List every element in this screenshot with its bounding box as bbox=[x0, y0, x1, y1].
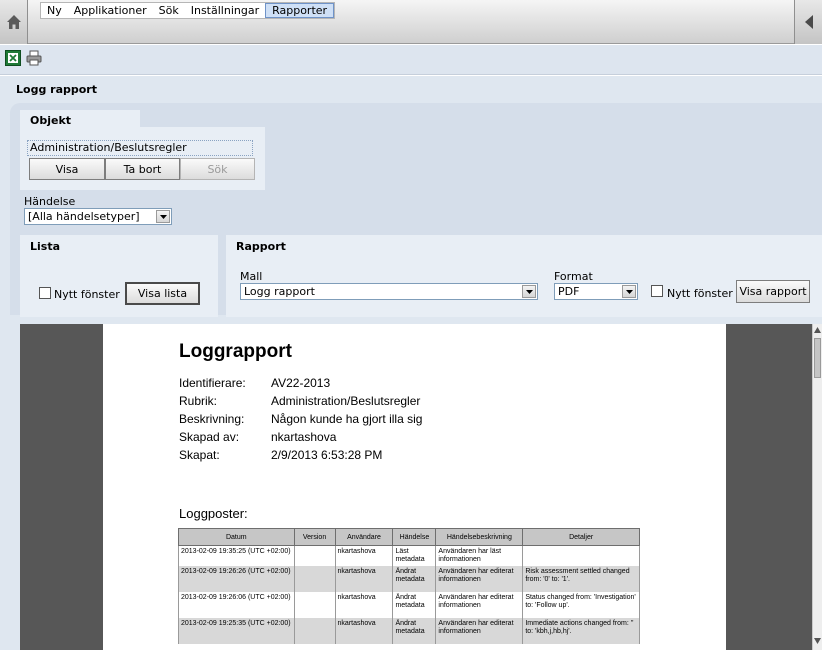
scroll-down-icon[interactable] bbox=[814, 638, 821, 644]
objekt-path: Administration/Beslutsregler bbox=[27, 140, 253, 156]
mall-value: Logg rapport bbox=[244, 285, 315, 298]
log-table: Datum Version Användare Händelse Händels… bbox=[178, 528, 640, 644]
col-detaljer: Detaljer bbox=[522, 528, 640, 546]
visa-button[interactable]: Visa bbox=[29, 158, 105, 180]
rapport-title: Rapport bbox=[236, 240, 286, 253]
visa-lista-button[interactable]: Visa lista bbox=[125, 282, 200, 305]
report-page: Loggrapport Identifierare: AV22-2013 Rubr… bbox=[103, 324, 726, 650]
menu-item-sok[interactable]: Sök bbox=[153, 3, 185, 18]
mall-label: Mall bbox=[240, 270, 263, 283]
excel-export-icon[interactable] bbox=[5, 50, 21, 66]
ta-bort-button[interactable]: Ta bort bbox=[105, 158, 180, 180]
rapport-nytt-fonster-checkbox[interactable] bbox=[651, 285, 663, 297]
sok-button[interactable]: Sök bbox=[180, 158, 255, 180]
home-button[interactable] bbox=[0, 0, 28, 44]
main-menu: Ny Applikationer Sök Inställningar Rappo… bbox=[40, 2, 336, 19]
handelse-value: [Alla händelsetyper] bbox=[28, 210, 140, 223]
cell-datum: 2013-02-09 19:25:35 (UTC +02:00) bbox=[178, 618, 295, 644]
report-title: Loggrapport bbox=[179, 341, 292, 362]
cell-handelsebeskrivning: Användaren har läst informationen bbox=[435, 545, 524, 566]
loggposter-label: Loggposter: bbox=[179, 506, 248, 521]
cell-anvandare: nkartashova bbox=[334, 592, 394, 618]
handelse-label: Händelse bbox=[24, 195, 76, 208]
col-datum: Datum bbox=[178, 528, 295, 546]
cell-handelsebeskrivning: Användaren har editerat informationen bbox=[435, 566, 524, 592]
scroll-up-icon[interactable] bbox=[814, 327, 821, 333]
cell-version bbox=[293, 618, 336, 644]
print-icon[interactable] bbox=[26, 50, 42, 66]
col-version: Version bbox=[293, 528, 336, 546]
menu-item-applikationer[interactable]: Applikationer bbox=[68, 3, 153, 18]
cell-handelse: Läst metadata bbox=[392, 545, 437, 566]
visa-rapport-button[interactable]: Visa rapport bbox=[736, 280, 810, 303]
table-row: 2013-02-09 19:26:26 (UTC +02:00) nkartas… bbox=[178, 566, 640, 592]
meta-skapat: Skapat: 2/9/2013 6:53:28 PM bbox=[179, 448, 383, 462]
page-title: Logg rapport bbox=[16, 83, 97, 96]
back-arrow-icon bbox=[804, 15, 813, 29]
cell-datum: 2013-02-09 19:35:25 (UTC +02:00) bbox=[178, 545, 295, 566]
cell-detaljer bbox=[522, 545, 640, 566]
objekt-box: Administration/Beslutsregler Visa Ta bor… bbox=[20, 127, 265, 190]
toolbar bbox=[0, 45, 822, 75]
objekt-title: Objekt bbox=[30, 114, 72, 127]
back-button[interactable] bbox=[794, 0, 822, 44]
format-value: PDF bbox=[558, 285, 580, 298]
menu-item-rapporter[interactable]: Rapporter bbox=[265, 3, 335, 18]
lista-box: Lista Nytt fönster Visa lista bbox=[20, 235, 218, 317]
col-handelsebeskrivning: Händelsebeskrivning bbox=[435, 528, 524, 546]
cell-handelsebeskrivning: Användaren har editerat informationen bbox=[435, 618, 524, 644]
cell-handelse: Ändrat metadata bbox=[392, 618, 437, 644]
log-table-header: Datum Version Användare Händelse Händels… bbox=[178, 528, 640, 546]
report-scrollbar[interactable] bbox=[812, 324, 822, 650]
lista-title: Lista bbox=[30, 240, 61, 253]
cell-detaljer: Immediate actions changed from: '' to: '… bbox=[522, 618, 640, 644]
cell-handelse: Ändrat metadata bbox=[392, 566, 437, 592]
cell-anvandare: nkartashova bbox=[334, 566, 394, 592]
mall-select[interactable]: Logg rapport bbox=[240, 283, 538, 300]
top-menu-bar: Ny Applikationer Sök Inställningar Rappo… bbox=[0, 0, 822, 44]
menu-item-ny[interactable]: Ny bbox=[41, 3, 68, 18]
format-label: Format bbox=[554, 270, 593, 283]
meta-beskrivning: Beskrivning: Någon kunde ha gjort illa si… bbox=[179, 412, 423, 426]
cell-version bbox=[293, 566, 336, 592]
report-viewer[interactable]: Loggrapport Identifierare: AV22-2013 Rubr… bbox=[20, 324, 812, 650]
cell-handelsebeskrivning: Användaren har editerat informationen bbox=[435, 592, 524, 618]
scrollbar-thumb[interactable] bbox=[814, 338, 821, 378]
col-anvandare: Användare bbox=[334, 528, 394, 546]
meta-rubrik: Rubrik: Administration/Beslutsregler bbox=[179, 394, 421, 408]
cell-datum: 2013-02-09 19:26:06 (UTC +02:00) bbox=[178, 592, 295, 618]
lista-nytt-fonster-checkbox[interactable] bbox=[39, 287, 51, 299]
dropdown-arrow-icon bbox=[156, 210, 170, 223]
format-select[interactable]: PDF bbox=[554, 283, 638, 300]
table-row: 2013-02-09 19:35:25 (UTC +02:00) nkartas… bbox=[178, 545, 640, 566]
dropdown-arrow-icon bbox=[622, 285, 636, 298]
cell-version bbox=[293, 545, 336, 566]
home-icon bbox=[6, 15, 21, 29]
col-handelse: Händelse bbox=[392, 528, 437, 546]
filter-panel: Objekt Administration/Beslutsregler Visa… bbox=[10, 103, 822, 317]
cell-anvandare: nkartashova bbox=[334, 545, 394, 566]
cell-detaljer: Status changed from: 'Investigation' to:… bbox=[522, 592, 640, 618]
rapport-box: Rapport Mall Logg rapport Format PDF Nyt… bbox=[226, 235, 822, 317]
dropdown-arrow-icon bbox=[522, 285, 536, 298]
cell-version bbox=[293, 592, 336, 618]
table-row: 2013-02-09 19:26:06 (UTC +02:00) nkartas… bbox=[178, 592, 640, 618]
rapport-nytt-fonster-label: Nytt fönster bbox=[667, 287, 733, 300]
menu-item-installningar[interactable]: Inställningar bbox=[185, 3, 265, 18]
cell-datum: 2013-02-09 19:26:26 (UTC +02:00) bbox=[178, 566, 295, 592]
cell-anvandare: nkartashova bbox=[334, 618, 394, 644]
lista-nytt-fonster-label: Nytt fönster bbox=[54, 288, 120, 301]
cell-detaljer: Risk assessment settled changed from: '0… bbox=[522, 566, 640, 592]
table-row: 2013-02-09 19:25:35 (UTC +02:00) nkartas… bbox=[178, 618, 640, 644]
meta-identifierare: Identifierare: AV22-2013 bbox=[179, 376, 331, 390]
meta-skapad-av: Skapad av: nkartashova bbox=[179, 430, 337, 444]
cell-handelse: Ändrat metadata bbox=[392, 592, 437, 618]
handelse-select[interactable]: [Alla händelsetyper] bbox=[24, 208, 172, 225]
